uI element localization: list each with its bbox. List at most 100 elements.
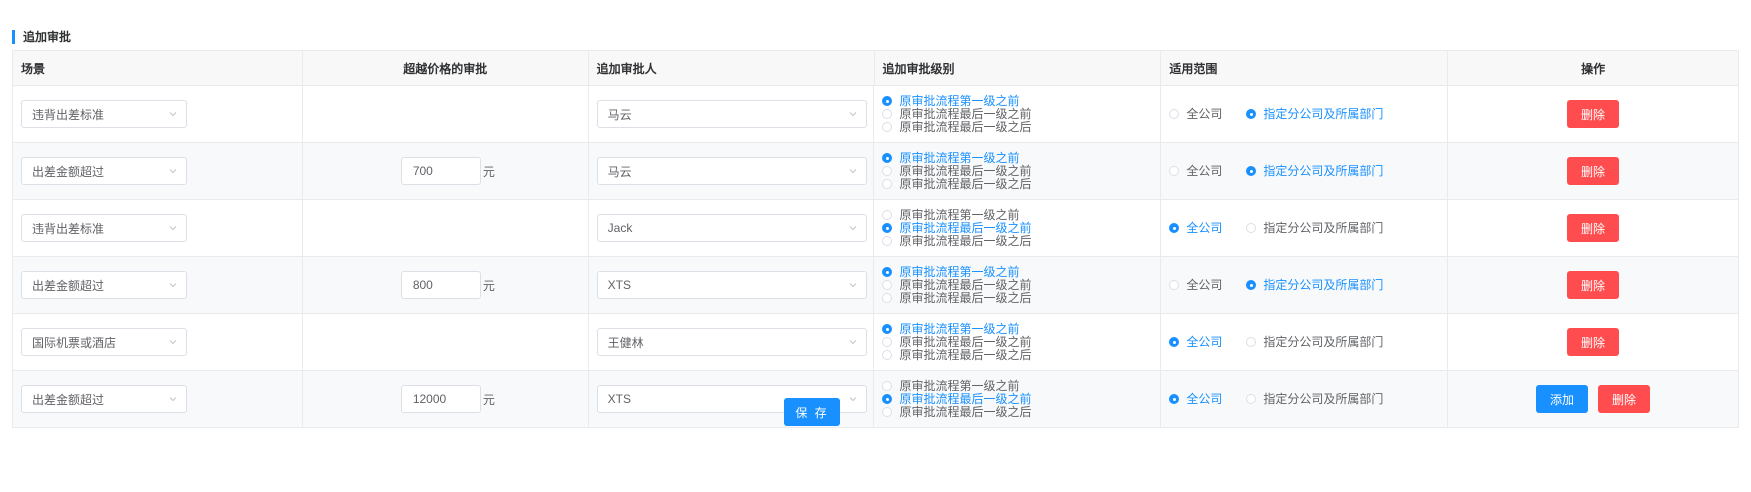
level-radio-option[interactable]: 原审批流程最后一级之前 (882, 392, 1032, 406)
chevron-down-icon (849, 226, 857, 231)
level-cell: 原审批流程第一级之前 原审批流程最后一级之前 原审批流程最后一级之后 (874, 257, 1162, 314)
price-input[interactable]: 700 (400, 157, 481, 185)
level-radio-option[interactable]: 原审批流程最后一级之后 (882, 348, 1032, 362)
scope-radio-option[interactable]: 指定分公司及所属部门 (1246, 278, 1383, 292)
scope-radio-option[interactable]: 全公司 (1169, 164, 1222, 178)
level-radio-option[interactable]: 原审批流程第一级之前 (882, 94, 1031, 108)
delete-button[interactable]: 删除 (1567, 100, 1620, 128)
header-scope: 适用范围 (1161, 51, 1449, 86)
radio-dot-icon (882, 153, 893, 163)
level-radio-option[interactable]: 原审批流程第一级之前 (882, 378, 1031, 393)
scope-cell: 全公司 指定分公司及所属部门 (1161, 86, 1449, 143)
scene-select[interactable]: 国际机票或酒店 (21, 328, 187, 356)
scope-radio-group: 全公司 指定分公司及所属部门 (1161, 221, 1407, 235)
radio-dot-icon (882, 407, 893, 417)
level-radio-option[interactable]: 原审批流程最后一级之前 (882, 164, 1032, 178)
level-radio-option[interactable]: 原审批流程最后一级之前 (882, 106, 1032, 121)
level-radio-option[interactable]: 原审批流程第一级之前 (882, 322, 1031, 336)
level-radio-option[interactable]: 原审批流程最后一级之后 (882, 233, 1032, 248)
approver-select-value: 王健林 (607, 335, 644, 350)
chevron-down-icon (169, 340, 177, 345)
scene-select[interactable]: 出差金额超过 (21, 271, 187, 299)
add-button[interactable]: 添加 (1536, 385, 1589, 413)
radio-dot-icon (882, 179, 893, 189)
delete-button[interactable]: 删除 (1567, 328, 1620, 356)
scene-select[interactable]: 出差金额超过 (21, 157, 187, 185)
level-radio-option[interactable]: 原审批流程最后一级之后 (882, 120, 1032, 134)
scene-select[interactable]: 违背出差标准 (21, 100, 187, 128)
scope-radio-option[interactable]: 指定分公司及所属部门 (1246, 221, 1383, 235)
level-cell: 原审批流程第一级之前 原审批流程最后一级之前 原审批流程最后一级之后 (874, 371, 1162, 428)
price-cell: 800 元 (302, 257, 589, 314)
approver-select[interactable]: XTS (596, 271, 867, 299)
scope-radio-option[interactable]: 全公司 (1169, 107, 1222, 121)
level-radio-group: 原审批流程第一级之前 原审批流程最后一级之前 原审批流程最后一级之后 (874, 94, 1032, 134)
save-button[interactable]: 保 存 (784, 398, 840, 426)
price-input[interactable]: 800 (400, 271, 481, 299)
scope-cell: 全公司 指定分公司及所属部门 (1161, 200, 1449, 257)
scene-cell: 违背出差标准 (13, 86, 303, 143)
scope-radio-label: 指定分公司及所属部门 (1263, 163, 1384, 178)
radio-dot-icon (882, 324, 893, 334)
delete-button[interactable]: 删除 (1598, 385, 1651, 413)
radio-dot-icon (1169, 166, 1180, 176)
radio-dot-icon (882, 236, 893, 246)
level-cell: 原审批流程第一级之前 原审批流程最后一级之前 原审批流程最后一级之后 (874, 86, 1162, 143)
price-unit: 元 (482, 278, 495, 293)
section-title: 追加审批 (23, 30, 72, 44)
price-input[interactable]: 12000 (400, 385, 481, 413)
level-radio-group: 原审批流程第一级之前 原审批流程最后一级之前 原审批流程最后一级之后 (874, 207, 1032, 248)
section-header: 追加审批 (12, 28, 71, 45)
level-radio-label: 原审批流程最后一级之前 (899, 334, 1032, 349)
scene-select[interactable]: 出差金额超过 (21, 385, 187, 413)
approval-table: 场景 超越价格的审批 追加审批人 追加审批级别 适用范围 操作 违背出差标准 马云… (12, 50, 1739, 428)
scene-select[interactable]: 违背出差标准 (21, 214, 187, 242)
level-radio-label: 原审批流程最后一级之前 (899, 277, 1032, 292)
header-approver: 追加审批人 (588, 51, 875, 86)
scope-radio-option[interactable]: 指定分公司及所属部门 (1246, 334, 1384, 349)
scope-radio-option[interactable]: 指定分公司及所属部门 (1246, 163, 1384, 178)
level-radio-label: 原审批流程第一级之前 (899, 264, 1020, 279)
scope-radio-option[interactable]: 全公司 (1169, 392, 1222, 406)
delete-button[interactable]: 删除 (1567, 157, 1620, 185)
scene-select-value: 违背出差标准 (32, 221, 105, 236)
level-radio-option[interactable]: 原审批流程最后一级之后 (882, 291, 1032, 305)
table-row: 出差金额超过 700 元 马云 原审批流程第一级之前 原审批流程最后一级之前 原审批流程最后… (13, 143, 1739, 200)
level-radio-option[interactable]: 原审批流程最后一级之后 (882, 177, 1032, 191)
level-radio-label: 原审批流程第一级之前 (899, 207, 1020, 222)
approver-cell: 马云 (588, 143, 875, 200)
level-radio-label: 原审批流程最后一级之后 (899, 233, 1032, 248)
level-radio-option[interactable]: 原审批流程最后一级之前 (882, 277, 1032, 292)
level-radio-label: 原审批流程第一级之前 (899, 378, 1020, 393)
delete-button[interactable]: 删除 (1567, 214, 1620, 242)
scope-radio-label: 指定分公司及所属部门 (1263, 391, 1384, 406)
scope-radio-group: 全公司 指定分公司及所属部门 (1161, 391, 1407, 406)
approver-select[interactable]: 王健林 (596, 328, 867, 356)
scope-radio-option[interactable]: 全公司 (1169, 335, 1222, 349)
scene-cell: 出差金额超过 (13, 257, 303, 314)
header-price-approval: 超越价格的审批 (302, 51, 589, 86)
approver-cell: 王健林 (588, 314, 875, 371)
scope-radio-option[interactable]: 指定分公司及所属部门 (1246, 107, 1383, 121)
approver-select[interactable]: 马云 (596, 157, 867, 185)
level-radio-label: 原审批流程最后一级之前 (899, 106, 1032, 121)
approver-select[interactable]: Jack (596, 214, 867, 242)
level-radio-option[interactable]: 原审批流程最后一级之前 (882, 334, 1032, 349)
scope-radio-option[interactable]: 指定分公司及所属部门 (1246, 391, 1384, 406)
scope-radio-option[interactable]: 全公司 (1169, 221, 1222, 235)
approver-cell: Jack (588, 200, 875, 257)
level-radio-group: 原审批流程第一级之前 原审批流程最后一级之前 原审批流程最后一级之后 (874, 151, 1032, 191)
delete-button[interactable]: 删除 (1567, 271, 1620, 299)
radio-dot-icon (882, 210, 893, 220)
approver-select[interactable]: 马云 (596, 100, 867, 128)
level-radio-option[interactable]: 原审批流程最后一级之后 (882, 405, 1032, 419)
radio-dot-icon (882, 381, 893, 391)
scope-radio-label: 指定分公司及所属部门 (1263, 334, 1384, 349)
level-radio-option[interactable]: 原审批流程第一级之前 (882, 151, 1031, 165)
level-radio-group: 原审批流程第一级之前 原审批流程最后一级之前 原审批流程最后一级之后 (874, 264, 1032, 305)
level-radio-option[interactable]: 原审批流程最后一级之前 (882, 221, 1032, 235)
scope-radio-option[interactable]: 全公司 (1169, 278, 1222, 292)
level-radio-option[interactable]: 原审批流程第一级之前 (882, 264, 1031, 279)
level-radio-option[interactable]: 原审批流程第一级之前 (882, 207, 1031, 222)
radio-dot-icon (1169, 223, 1180, 233)
